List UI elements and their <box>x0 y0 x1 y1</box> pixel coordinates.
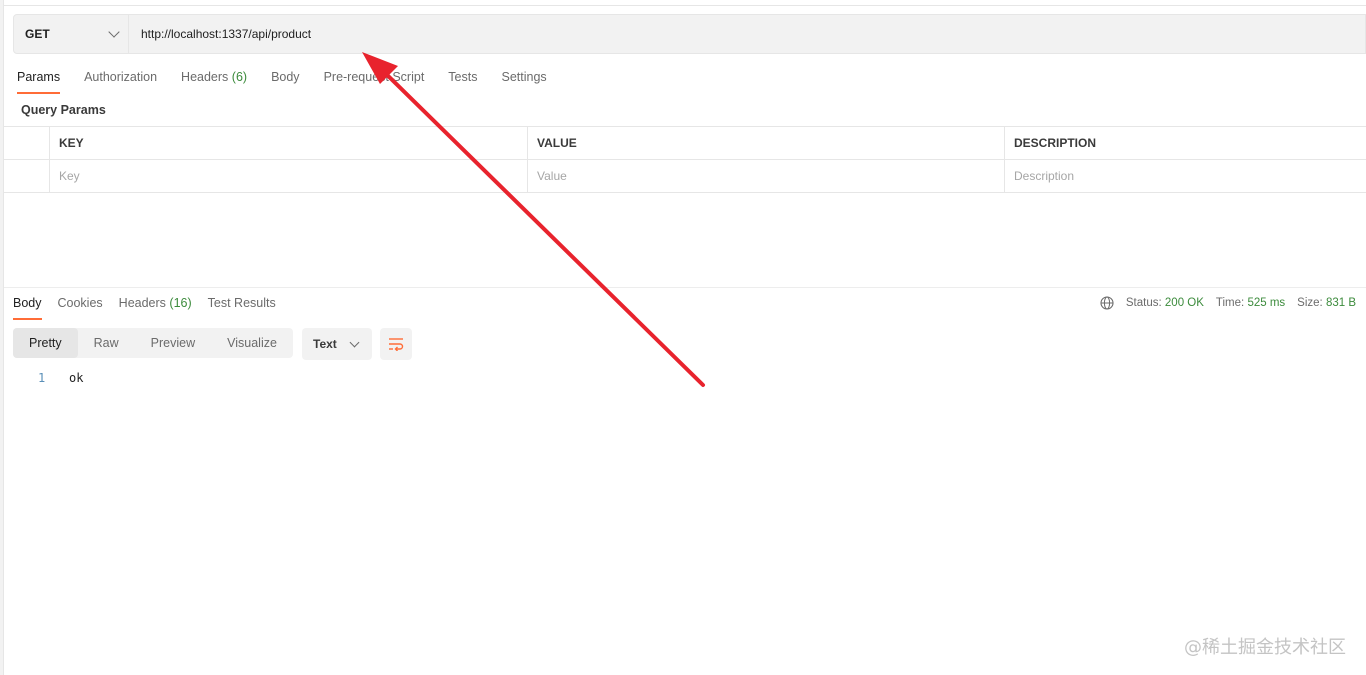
response-tab-test-results[interactable]: Test Results <box>208 296 276 320</box>
url-input[interactable]: http://localhost:1337/api/product <box>129 27 311 41</box>
response-tab-body[interactable]: Body <box>13 296 42 320</box>
chevron-down-icon <box>349 337 360 347</box>
format-select[interactable]: Text <box>302 328 372 360</box>
size-label: Size: <box>1297 297 1323 309</box>
line-number: 1 <box>38 371 46 385</box>
tab-body[interactable]: Body <box>271 70 300 94</box>
query-params-title: Query Params <box>21 103 106 117</box>
key-input[interactable]: Key <box>49 160 527 192</box>
response-status-bar: Status: 200 OK Time: 525 ms Size: 831 B <box>1100 296 1356 310</box>
column-header-key: KEY <box>49 127 527 159</box>
response-body-line: 1 ok <box>38 371 83 385</box>
method-select[interactable]: GET <box>14 15 129 53</box>
window-left-edge <box>0 0 4 675</box>
time-indicator[interactable]: Time: 525 ms <box>1216 297 1285 309</box>
response-tab-headers-label: Headers <box>118 296 166 310</box>
tab-headers-count: (6) <box>231 70 248 84</box>
format-label: Text <box>313 337 337 351</box>
wrap-lines-button[interactable] <box>380 328 412 360</box>
view-pretty-button[interactable]: Pretty <box>13 328 78 358</box>
tab-headers[interactable]: Headers (6) <box>181 70 247 94</box>
watermark: @稀土掘金技术社区 <box>1184 637 1346 658</box>
view-raw-button[interactable]: Raw <box>78 328 135 358</box>
method-label: GET <box>25 27 50 41</box>
tab-authorization[interactable]: Authorization <box>84 70 157 94</box>
response-tab-headers[interactable]: Headers (16) <box>119 296 192 320</box>
request-tabs: Params Authorization Headers (6) Body Pr… <box>17 70 571 94</box>
tab-settings[interactable]: Settings <box>501 70 546 94</box>
response-body-content[interactable]: ok <box>69 371 83 385</box>
response-tab-cookies[interactable]: Cookies <box>58 296 103 320</box>
window-top-edge <box>4 0 1366 6</box>
time-value: 525 ms <box>1247 297 1286 309</box>
tab-headers-label: Headers <box>181 70 229 84</box>
table-row: Key Value Description <box>4 160 1366 193</box>
table-header-row: KEY VALUE DESCRIPTION <box>4 127 1366 160</box>
status-indicator[interactable]: Status: 200 OK <box>1126 297 1204 309</box>
status-value: 200 OK <box>1164 297 1204 309</box>
size-indicator[interactable]: Size: 831 B <box>1297 297 1356 309</box>
tab-params[interactable]: Params <box>17 70 61 94</box>
globe-icon[interactable] <box>1100 296 1114 310</box>
wrap-lines-icon <box>389 338 404 351</box>
response-tab-headers-count: (16) <box>169 296 192 310</box>
size-value: 831 B <box>1325 297 1356 309</box>
annotation-arrow-icon <box>362 52 705 387</box>
description-input[interactable]: Description <box>1004 160 1366 192</box>
value-input[interactable]: Value <box>527 160 1004 192</box>
response-divider[interactable] <box>4 287 1366 288</box>
tab-tests[interactable]: Tests <box>448 70 477 94</box>
query-params-table: KEY VALUE DESCRIPTION Key Value Descript… <box>4 126 1366 193</box>
view-preview-button[interactable]: Preview <box>135 328 211 358</box>
tab-prerequest-script[interactable]: Pre-request Script <box>324 70 425 94</box>
url-bar: GET http://localhost:1337/api/product <box>13 14 1366 54</box>
column-header-description: DESCRIPTION <box>1004 127 1366 159</box>
view-visualize-button[interactable]: Visualize <box>211 328 293 358</box>
checkbox-column-header <box>4 127 49 159</box>
chevron-down-icon <box>108 26 120 38</box>
column-header-value: VALUE <box>527 127 1004 159</box>
status-label: Status: <box>1125 297 1162 309</box>
view-mode-group: Pretty Raw Preview Visualize <box>13 328 293 358</box>
response-tabs: Body Cookies Headers (16) Test Results <box>13 296 292 320</box>
time-label: Time: <box>1215 297 1245 309</box>
row-checkbox-cell <box>4 160 49 192</box>
